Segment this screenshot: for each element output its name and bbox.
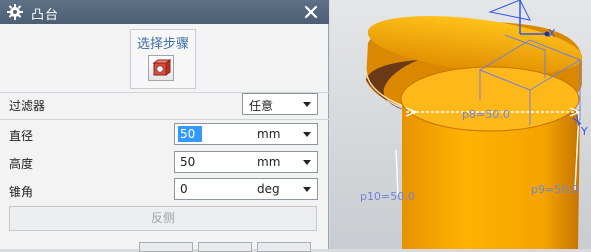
graphics-viewport[interactable]: X Y p8=50.0 p10=50.0 p9=50.0	[330, 0, 591, 249]
diameter-label: 直径	[9, 129, 34, 143]
axis-x-label: X	[548, 27, 556, 40]
taper-input[interactable]	[178, 181, 252, 197]
gear-icon[interactable]	[6, 3, 24, 21]
height-label: 高度	[9, 157, 34, 171]
apply-button[interactable]	[198, 242, 252, 252]
boss-cylinder	[400, 66, 580, 249]
select-step-label: 选择步骤	[136, 37, 189, 52]
height-input[interactable]	[178, 154, 252, 170]
cancel-button[interactable]	[257, 242, 311, 252]
close-icon[interactable]	[301, 2, 321, 22]
height-field[interactable]: mm	[174, 151, 318, 173]
chevron-down-icon[interactable]	[303, 132, 311, 137]
diameter-input[interactable]	[178, 126, 202, 142]
chevron-down-icon[interactable]	[303, 160, 311, 165]
taper-field[interactable]: deg	[174, 178, 318, 200]
select-face-icon	[152, 59, 171, 76]
chevron-down-icon[interactable]	[303, 187, 311, 192]
taper-label: 锥角	[9, 185, 34, 199]
diameter-dimension-label: p8=50.0	[462, 108, 510, 121]
ok-button[interactable]	[139, 242, 193, 252]
select-face-button[interactable]	[148, 55, 174, 81]
taper-dimension-label: p9=50.0	[531, 183, 579, 196]
separator	[0, 119, 329, 120]
boss-dialog: 凸台 选择步骤 过滤器 任意 直径 mm 高度 mm 锥角	[0, 0, 329, 252]
diameter-field[interactable]: mm	[174, 123, 318, 145]
taper-unit: deg	[257, 182, 280, 196]
axis-y-label: Y	[580, 125, 588, 138]
chevron-down-icon	[303, 102, 311, 107]
select-step-group: 选择步骤	[130, 29, 196, 89]
filter-value: 任意	[249, 99, 274, 113]
filter-dropdown[interactable]: 任意	[242, 93, 318, 115]
height-unit: mm	[257, 155, 281, 169]
model-view: X Y p8=50.0 p10=50.0 p9=50.0	[330, 0, 591, 249]
dialog-title: 凸台	[31, 8, 60, 23]
diameter-unit: mm	[257, 127, 281, 141]
height-dimension-label: p10=50.0	[360, 190, 415, 203]
reverse-side-button[interactable]: 反侧	[9, 206, 317, 231]
dialog-titlebar: 凸台	[0, 0, 329, 24]
filter-label: 过滤器	[9, 99, 46, 113]
